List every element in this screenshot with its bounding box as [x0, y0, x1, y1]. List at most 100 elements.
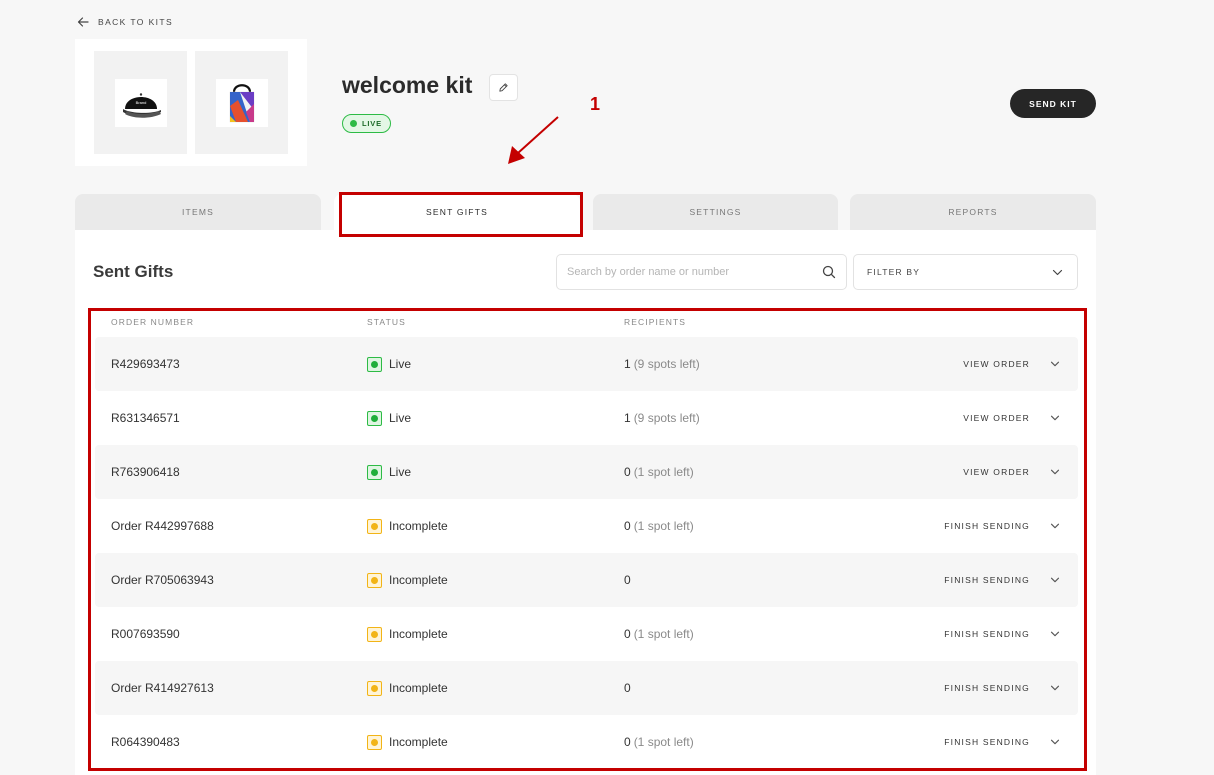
- spots-left-note: (9 spots left): [633, 357, 700, 371]
- thumbnail-cap[interactable]: Brand: [94, 51, 187, 154]
- row-action-link[interactable]: FINISH SENDING: [944, 607, 1030, 661]
- status-label: Live: [389, 357, 412, 371]
- recipient-count: 1: [624, 411, 631, 425]
- search-box: [556, 254, 847, 290]
- expand-chevron-icon[interactable]: [1050, 499, 1060, 553]
- status-incomplete-icon: [367, 734, 382, 750]
- status-cell: Incomplete: [367, 715, 448, 769]
- send-kit-button[interactable]: SEND KIT: [1010, 89, 1096, 118]
- row-action-link[interactable]: VIEW ORDER: [963, 337, 1030, 391]
- spots-left-note: (1 spot left): [633, 627, 694, 641]
- order-number: Order R442997688: [111, 519, 214, 533]
- expand-chevron-icon[interactable]: [1050, 391, 1060, 445]
- column-header-order-number[interactable]: ORDER NUMBER: [111, 317, 194, 327]
- status-label: Live: [389, 411, 412, 425]
- expand-chevron-icon[interactable]: [1050, 715, 1060, 769]
- status-label: Incomplete: [389, 735, 448, 749]
- back-to-kits-link[interactable]: BACK TO KITS: [77, 16, 173, 28]
- tab-items[interactable]: ITEMS: [75, 194, 321, 230]
- status-cell: Incomplete: [367, 499, 448, 553]
- cap-image: Brand: [114, 78, 167, 127]
- status-label: Incomplete: [389, 627, 448, 641]
- recipient-count: 0: [624, 465, 631, 479]
- search-icon[interactable]: [822, 265, 836, 279]
- table-row[interactable]: R064390483 Incomplete 0 (1 spot left) FINISH…: [95, 715, 1078, 769]
- table-row[interactable]: R631346571 Live 1 (9 spots left) VIEW ORDER: [95, 391, 1078, 445]
- table-row[interactable]: Order R705063943 Incomplete 0 FINISH SENDIN…: [95, 553, 1078, 607]
- status-label: Live: [389, 465, 412, 479]
- row-action-link[interactable]: VIEW ORDER: [963, 391, 1030, 445]
- expand-chevron-icon[interactable]: [1050, 553, 1060, 607]
- table-row[interactable]: Order R414927613 Incomplete 0 FINISH SENDIN…: [95, 661, 1078, 715]
- chevron-down-icon: [1052, 269, 1063, 275]
- section-title: Sent Gifts: [93, 262, 174, 281]
- tab-sent-gifts[interactable]: SENT GIFTS: [334, 194, 580, 230]
- table-row[interactable]: R763906418 Live 0 (1 spot left) VIEW ORDER: [95, 445, 1078, 499]
- order-number: Order R705063943: [111, 573, 214, 587]
- filter-by-dropdown[interactable]: FILTER BY: [853, 254, 1078, 290]
- recipients-cell: 0 (1 spot left): [624, 715, 694, 769]
- kit-thumbnails: Brand: [75, 39, 307, 166]
- row-action-link[interactable]: FINISH SENDING: [944, 715, 1030, 769]
- table-row[interactable]: Order R442997688 Incomplete 0 (1 spot left)…: [95, 499, 1078, 553]
- live-dot-icon: [350, 120, 357, 127]
- status-live-icon: [367, 356, 382, 372]
- spots-left-note: (9 spots left): [633, 411, 700, 425]
- expand-chevron-icon[interactable]: [1050, 607, 1060, 661]
- table-row[interactable]: R429693473 Live 1 (9 spots left) VIEW ORDER: [95, 337, 1078, 391]
- arrow-left-icon: [77, 17, 89, 27]
- recipient-count: 0: [624, 627, 631, 641]
- row-action-link[interactable]: VIEW ORDER: [963, 445, 1030, 499]
- order-number: R007693590: [111, 627, 180, 641]
- expand-chevron-icon[interactable]: [1050, 445, 1060, 499]
- kit-status-label: LIVE: [362, 119, 382, 128]
- recipients-cell: 0 (1 spot left): [624, 499, 694, 553]
- kit-status-pill: LIVE: [342, 114, 391, 133]
- status-incomplete-icon: [367, 572, 382, 588]
- status-incomplete-icon: [367, 626, 382, 642]
- recipient-count: 0: [624, 519, 631, 533]
- tab-reports[interactable]: REPORTS: [850, 194, 1096, 230]
- status-incomplete-icon: [367, 518, 382, 534]
- row-action-link[interactable]: FINISH SENDING: [944, 553, 1030, 607]
- status-live-icon: [367, 464, 382, 480]
- search-input[interactable]: [567, 266, 822, 278]
- tote-image: [215, 78, 268, 127]
- column-header-recipients[interactable]: RECIPIENTS: [624, 317, 686, 327]
- status-cell: Incomplete: [367, 553, 448, 607]
- tab-settings[interactable]: SETTINGS: [593, 194, 838, 230]
- spots-left-note: (1 spot left): [633, 735, 694, 749]
- spots-left-note: (1 spot left): [633, 519, 694, 533]
- order-number: R064390483: [111, 735, 180, 749]
- status-cell: Live: [367, 445, 411, 499]
- thumbnail-tote[interactable]: [195, 51, 288, 154]
- filter-by-label: FILTER BY: [867, 267, 921, 277]
- status-cell: Incomplete: [367, 607, 448, 661]
- recipients-cell: 0 (1 spot left): [624, 607, 694, 661]
- expand-chevron-icon[interactable]: [1050, 661, 1060, 715]
- recipients-cell: 0: [624, 553, 631, 607]
- status-label: Incomplete: [389, 681, 448, 695]
- status-live-icon: [367, 410, 382, 426]
- row-action-link[interactable]: FINISH SENDING: [944, 661, 1030, 715]
- status-label: Incomplete: [389, 573, 448, 587]
- status-incomplete-icon: [367, 680, 382, 696]
- order-number: R763906418: [111, 465, 180, 479]
- recipient-count: 1: [624, 357, 631, 371]
- order-number: Order R414927613: [111, 681, 214, 695]
- recipients-cell: 0 (1 spot left): [624, 445, 694, 499]
- kit-title: welcome kit: [342, 72, 473, 98]
- recipient-count: 0: [624, 681, 631, 695]
- status-label: Incomplete: [389, 519, 448, 533]
- status-cell: Live: [367, 337, 411, 391]
- recipients-cell: 1 (9 spots left): [624, 337, 700, 391]
- pencil-icon: [499, 83, 508, 92]
- svg-text:Brand: Brand: [135, 100, 146, 105]
- column-header-status[interactable]: STATUS: [367, 317, 406, 327]
- edit-kit-name-button[interactable]: [489, 74, 518, 101]
- annotation-number: 1: [590, 94, 601, 114]
- row-action-link[interactable]: FINISH SENDING: [944, 499, 1030, 553]
- expand-chevron-icon[interactable]: [1050, 337, 1060, 391]
- table-row[interactable]: R007693590 Incomplete 0 (1 spot left) FINISH…: [95, 607, 1078, 661]
- recipient-count: 0: [624, 735, 631, 749]
